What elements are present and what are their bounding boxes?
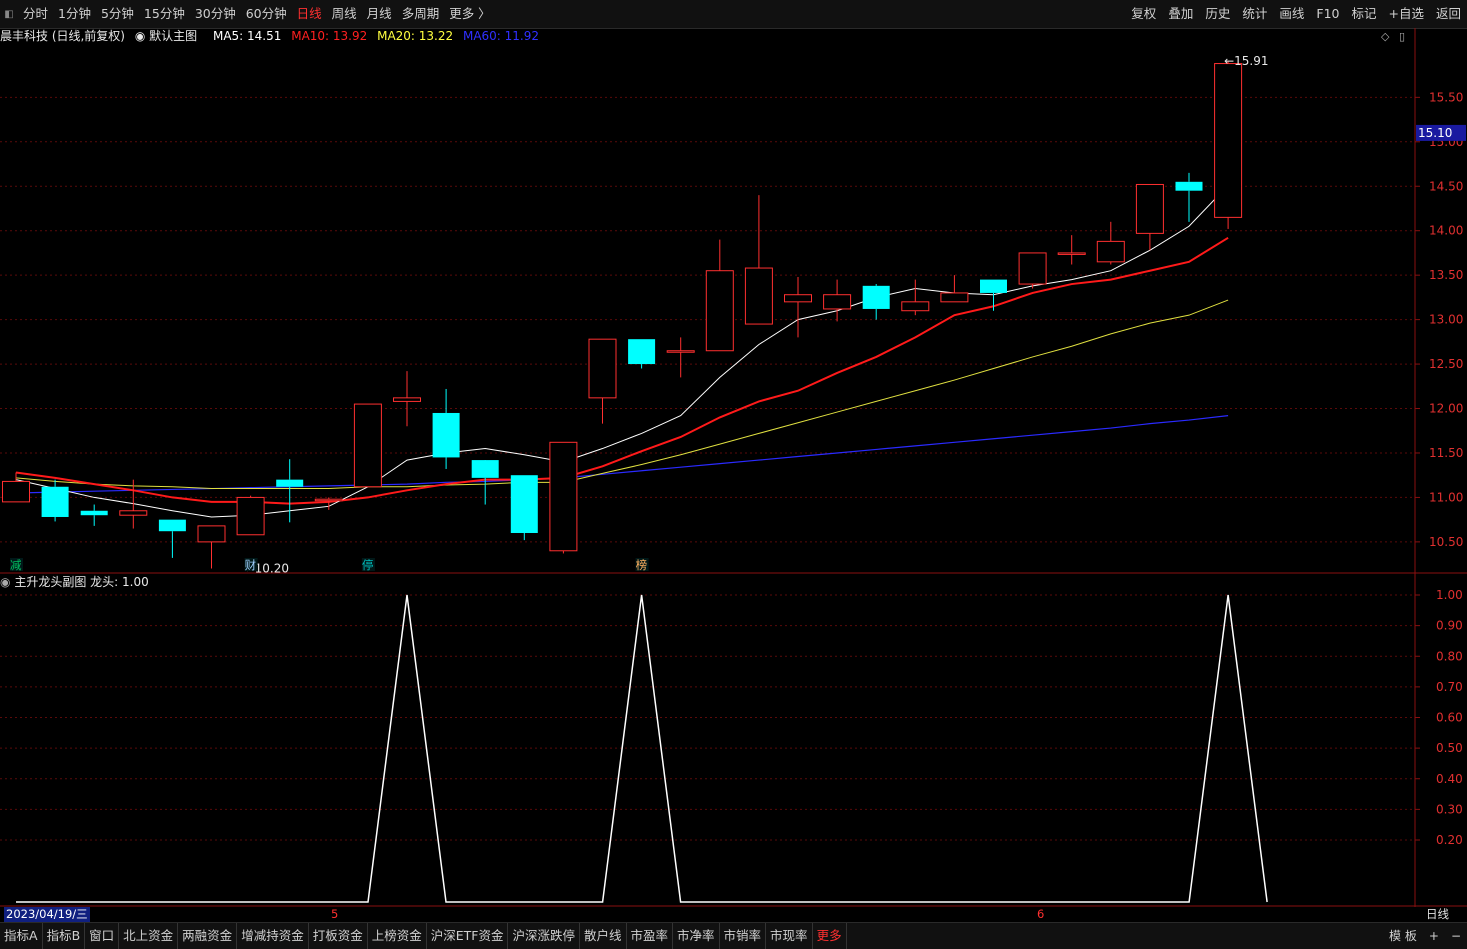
indicator-tab-4[interactable]: 两融资金 <box>178 923 238 949</box>
plus-icon[interactable]: + <box>1423 923 1445 949</box>
candle-body <box>158 519 186 532</box>
candle-body <box>588 338 617 399</box>
marker-label: 减 <box>10 558 22 572</box>
candle-body <box>862 285 890 309</box>
candle-body <box>1175 181 1203 191</box>
candle-body <box>666 350 695 353</box>
candle-body <box>119 510 148 516</box>
price-tick-label: 15.50 <box>1429 90 1463 104</box>
candle-body <box>901 301 930 312</box>
high-annotation: ←15.91 <box>1224 54 1268 68</box>
candle-body <box>393 397 421 402</box>
last-price-label: 15.10 <box>1418 126 1452 140</box>
sub-tick-label: 0.90 <box>1436 619 1463 633</box>
candle-body <box>1057 252 1086 255</box>
indicator-tab-8[interactable]: 沪深ETF资金 <box>427 923 509 949</box>
sub-tick-label: 1.00 <box>1436 588 1463 602</box>
candle-body <box>471 460 499 478</box>
price-tick-label: 14.00 <box>1429 224 1463 238</box>
candle-body <box>80 510 108 516</box>
kline-chart[interactable]: 15.5015.0014.5014.0013.5013.0012.5012.00… <box>0 0 1467 948</box>
indicator-tab-2[interactable]: 窗口 <box>85 923 120 949</box>
indicator-tab-14[interactable]: 市现率 <box>766 923 813 949</box>
candle-body <box>510 475 538 533</box>
indicator-tab-10[interactable]: 散户线 <box>580 923 627 949</box>
indicator-tab-13[interactable]: 市销率 <box>720 923 767 949</box>
candle-body <box>314 498 343 502</box>
indicator-tab-12[interactable]: 市净率 <box>673 923 720 949</box>
candle-body <box>2 480 30 503</box>
sub-tick-label: 0.30 <box>1436 802 1463 816</box>
marker-label: 财 <box>245 558 257 572</box>
indicator-tab-9[interactable]: 沪深涨跌停 <box>508 923 580 949</box>
candle-body <box>628 339 656 365</box>
price-tick-label: 12.00 <box>1429 402 1463 416</box>
ma5-line <box>15 185 1229 518</box>
price-tick-label: 13.00 <box>1429 313 1463 327</box>
ma60-line <box>15 415 1229 494</box>
month-5-label: 5 <box>331 907 339 921</box>
indicator-tab-11[interactable]: 市盈率 <box>627 923 674 949</box>
template-button[interactable]: 模 板 <box>1383 923 1423 949</box>
marker-label: 停 <box>362 558 374 572</box>
start-date: 2023/04/19/三 <box>4 907 90 922</box>
candle-body <box>197 525 226 543</box>
candle-body <box>1018 252 1047 285</box>
candle-body <box>823 294 852 310</box>
candle-body <box>1135 183 1164 234</box>
price-tick-label: 13.50 <box>1429 268 1463 282</box>
window-icon: ▯ <box>1399 30 1405 43</box>
sub-tick-label: 0.50 <box>1436 741 1463 755</box>
candle-body <box>353 403 382 488</box>
price-tick-label: 12.50 <box>1429 357 1463 371</box>
candle-body <box>276 479 304 487</box>
price-tick-label: 11.50 <box>1429 446 1463 460</box>
candle-body <box>1214 63 1243 218</box>
marker-label: 榜 <box>636 558 648 572</box>
candle-body <box>744 267 773 325</box>
indicator-tab-5[interactable]: 增减持资金 <box>237 923 309 949</box>
candle-body <box>1096 240 1125 263</box>
candle-body <box>41 486 69 517</box>
sub-tick-label: 0.80 <box>1436 649 1463 663</box>
diamond-icon: ◇ <box>1381 30 1390 43</box>
candle-body <box>784 294 812 303</box>
indicator-tab-7[interactable]: 上榜资金 <box>368 923 427 949</box>
month-6-label: 6 <box>1037 907 1045 921</box>
indicator-tab-0[interactable]: 指标A <box>0 923 43 949</box>
price-tick-label: 10.50 <box>1429 535 1463 549</box>
minus-icon[interactable]: − <box>1445 923 1467 949</box>
candle-body <box>432 412 460 458</box>
candle-body <box>940 292 969 303</box>
indicator-tabbar: 指标A 指标B 窗口 北上资金 两融资金 增减持资金 打板资金 上榜资金 沪深ETF资金 沪深涨跌… <box>0 922 1467 949</box>
candle-body <box>236 496 265 536</box>
price-tick-label: 14.50 <box>1429 179 1463 193</box>
sub-tick-label: 0.20 <box>1436 833 1463 847</box>
price-tick-label: 11.00 <box>1429 490 1463 504</box>
period-label: 日线 <box>1426 907 1449 921</box>
indicator-tab-3[interactable]: 北上资金 <box>119 923 179 949</box>
indicator-tab-1[interactable]: 指标B <box>43 923 86 949</box>
sub-tick-label: 0.70 <box>1436 680 1463 694</box>
sub-tick-label: 0.40 <box>1436 772 1463 786</box>
candle-body <box>705 270 734 352</box>
candle-body <box>980 279 1007 293</box>
sub-tick-label: 0.60 <box>1436 711 1463 725</box>
ma20-line <box>15 299 1229 490</box>
indicator-tab-15[interactable]: 更多 <box>813 923 847 949</box>
candle-body <box>549 441 578 552</box>
indicator-tab-6[interactable]: 打板资金 <box>309 923 368 949</box>
